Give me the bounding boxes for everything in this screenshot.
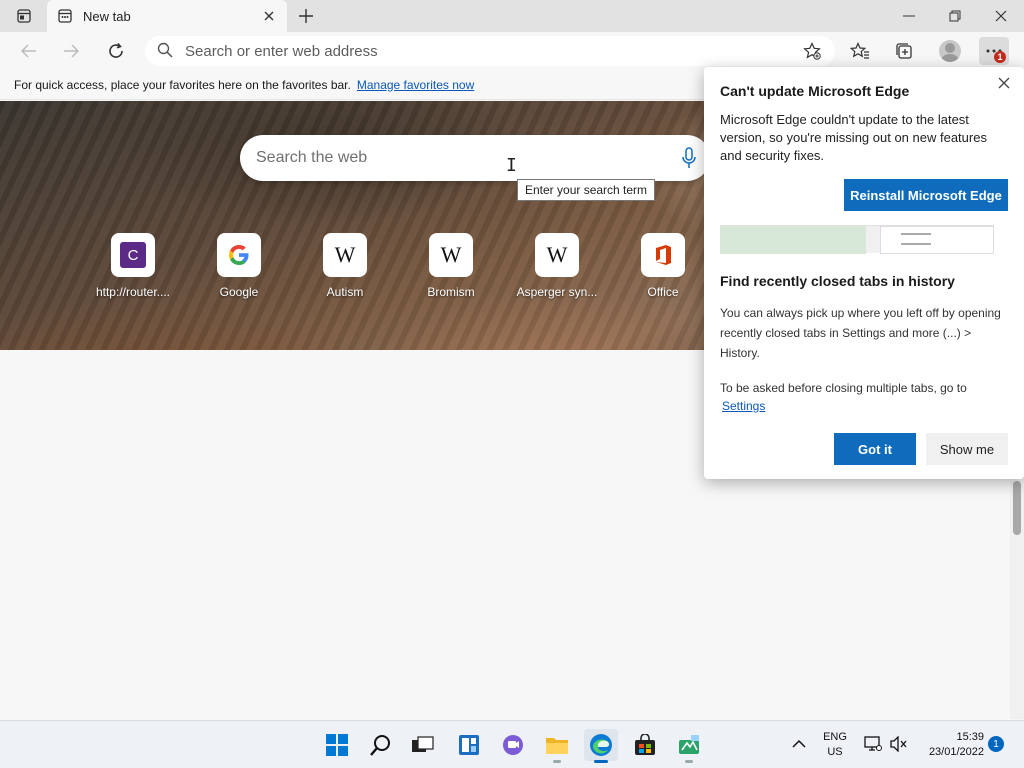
address-bar[interactable]: [145, 36, 835, 66]
tip-settings-text: To be asked before closing multiple tabs…: [720, 381, 967, 415]
favorites-icon[interactable]: [845, 37, 875, 65]
back-arrow-icon[interactable]: [14, 37, 44, 65]
tile-label: Office: [647, 285, 679, 299]
menu-alert-badge: 1: [994, 51, 1006, 63]
file-explorer-icon[interactable]: [540, 729, 574, 763]
tab-close-icon[interactable]: [261, 8, 277, 24]
clock[interactable]: 15:39 23/01/2022: [918, 730, 984, 760]
tab-title: New tab: [83, 8, 131, 24]
got-it-button[interactable]: Got it: [834, 433, 916, 465]
quick-link-asperger[interactable]: W Asperger syn...: [504, 233, 610, 299]
reinstall-edge-button[interactable]: Reinstall Microsoft Edge: [844, 179, 1008, 211]
web-search-input[interactable]: [256, 149, 656, 167]
quick-link-router[interactable]: C http://router....: [80, 233, 186, 299]
app-taskbar-icon[interactable]: [672, 729, 706, 763]
browser-toolbar: 1: [0, 32, 1024, 70]
taskbar: ENG US 15:39 23/01/2022: [0, 720, 1024, 768]
task-view-icon[interactable]: [406, 729, 440, 761]
office-icon: [641, 233, 685, 277]
tile-label: Asperger syn...: [516, 285, 598, 299]
tile-label: Google: [219, 285, 259, 299]
web-search-box[interactable]: [240, 135, 710, 181]
close-window-icon[interactable]: [978, 0, 1024, 32]
edge-taskbar-icon[interactable]: [584, 729, 618, 763]
widgets-icon[interactable]: [452, 729, 486, 761]
profile-avatar[interactable]: [935, 37, 965, 65]
search-tooltip: Enter your search term: [517, 179, 656, 201]
popup-title: Can't update Microsoft Edge: [720, 83, 910, 99]
tab-actions-menu-icon[interactable]: [10, 6, 38, 26]
minimize-icon[interactable]: [886, 0, 932, 32]
show-hidden-icons-chevron-icon[interactable]: [792, 737, 806, 752]
collections-icon[interactable]: [889, 37, 919, 65]
search-icon[interactable]: [364, 729, 398, 761]
address-input[interactable]: [185, 42, 745, 60]
text-cursor-icon: I: [506, 155, 517, 176]
input-language-indicator[interactable]: ENG US: [820, 730, 850, 760]
newtab-favicon-icon: [57, 8, 73, 24]
new-tab-plus-icon[interactable]: [294, 4, 318, 28]
wikipedia-icon: W: [535, 233, 579, 277]
wikipedia-icon: W: [323, 233, 367, 277]
edge-update-popup: Can't update Microsoft Edge Microsoft Ed…: [704, 67, 1024, 479]
start-windows-icon[interactable]: [320, 729, 354, 761]
avatar: [939, 40, 961, 62]
tile-label: http://router....: [95, 285, 171, 299]
forward-arrow-icon[interactable]: [56, 37, 86, 65]
c-letter-icon: C: [120, 242, 146, 268]
tile-label: Bromism: [427, 285, 475, 299]
manage-favorites-link[interactable]: Manage favorites now: [357, 78, 474, 92]
tip-body: You can always pick up where you left of…: [720, 306, 1001, 360]
quick-link-google[interactable]: Google: [186, 233, 292, 299]
restore-icon[interactable]: [932, 0, 978, 32]
store-icon[interactable]: [628, 729, 662, 761]
network-icon[interactable]: [864, 736, 882, 755]
tile-icon: C: [111, 233, 155, 277]
scrollbar-thumb[interactable]: [1013, 481, 1021, 535]
settings-link[interactable]: Settings: [722, 397, 765, 415]
tab-new-tab[interactable]: New tab: [47, 0, 287, 32]
history-preview-image: [720, 225, 994, 254]
settings-and-more-button[interactable]: 1: [979, 37, 1009, 65]
favorites-bar-message: For quick access, place your favorites h…: [14, 77, 351, 92]
teams-chat-icon[interactable]: [496, 729, 530, 761]
volume-muted-icon[interactable]: [890, 735, 908, 755]
quick-link-autism[interactable]: W Autism: [292, 233, 398, 299]
refresh-icon[interactable]: [101, 37, 131, 65]
tile-label: Autism: [326, 285, 364, 299]
wikipedia-icon: W: [429, 233, 473, 277]
show-me-button[interactable]: Show me: [926, 433, 1008, 465]
google-icon: [217, 233, 261, 277]
tip-title: Find recently closed tabs in history: [720, 273, 955, 289]
quick-link-bromism[interactable]: W Bromism: [398, 233, 504, 299]
popup-body: Microsoft Edge couldn't update to the la…: [720, 112, 987, 163]
add-favorite-star-icon[interactable]: [797, 37, 827, 65]
notification-count-badge[interactable]: 1: [988, 736, 1004, 752]
search-icon: [157, 42, 173, 61]
popup-close-icon[interactable]: [994, 73, 1014, 93]
microphone-icon[interactable]: [682, 147, 696, 172]
quick-link-office[interactable]: Office: [610, 233, 716, 299]
title-bar: New tab: [0, 0, 1024, 32]
